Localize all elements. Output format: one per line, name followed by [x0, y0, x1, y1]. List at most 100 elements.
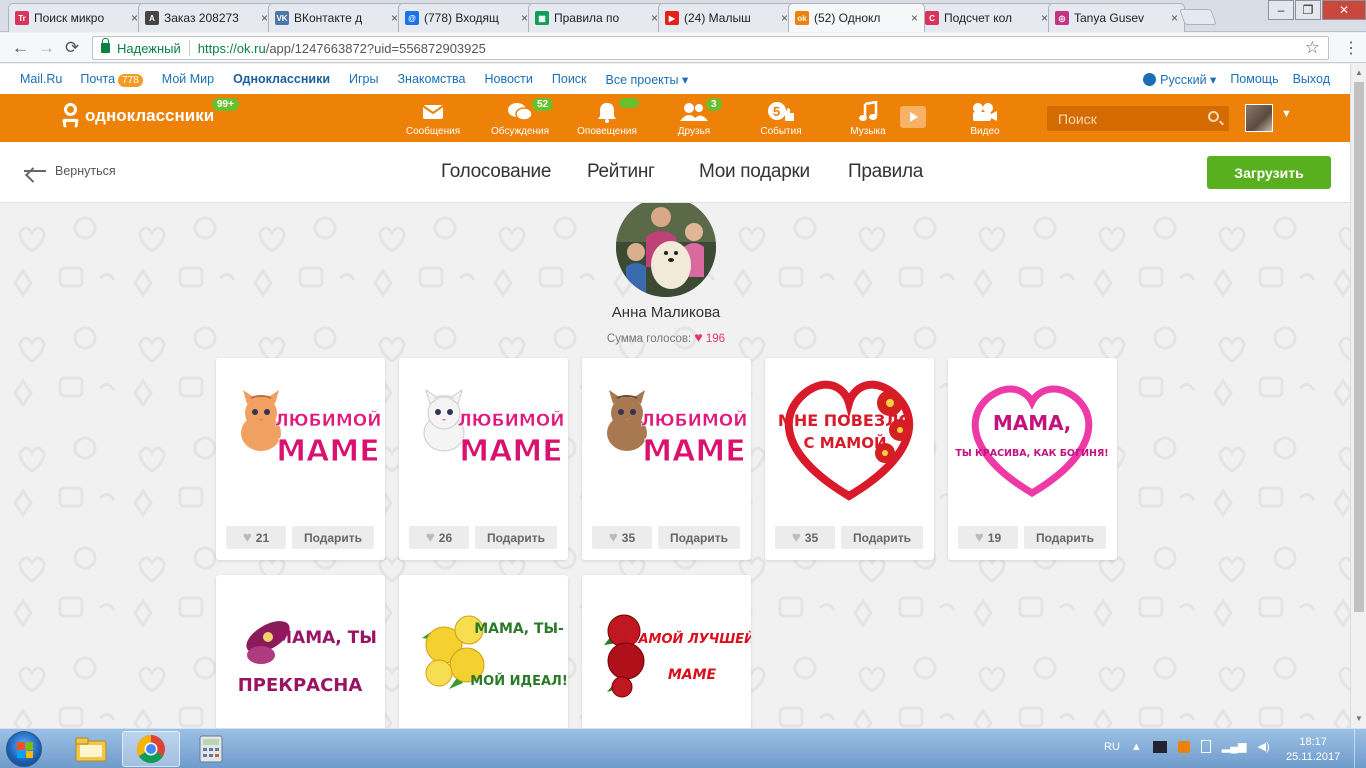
search-link[interactable]: Поиск — [552, 72, 587, 86]
user-avatar[interactable] — [1245, 104, 1273, 132]
tab-close-icon[interactable]: × — [781, 11, 788, 25]
toolbar-chat-bubbles[interactable]: Обсуждения 52 — [485, 98, 555, 137]
give-gift-button[interactable]: Подарить — [292, 526, 374, 549]
browser-tab[interactable]: A Заказ 208273 × — [138, 3, 275, 32]
tab-my-gifts[interactable]: Мои подарки — [699, 161, 810, 183]
gift-image[interactable]: САМОЙ ЛУЧШЕЙ МАМЕ — [582, 575, 751, 728]
tab-close-icon[interactable]: × — [651, 11, 658, 25]
gift-card[interactable]: ЛЮБИМОЙ МАМЕ ♥ 26 Подарить — [399, 358, 568, 560]
help-link[interactable]: Помощь — [1230, 72, 1278, 86]
forward-arrow-icon[interactable]: → — [38, 38, 55, 58]
new-tab-button[interactable] — [1179, 9, 1217, 25]
browser-tab[interactable]: ▶ (24) Малыш × — [658, 3, 795, 32]
toolbar-bell[interactable]: Оповещения — [572, 98, 642, 137]
show-desktop-button[interactable] — [1354, 729, 1366, 768]
give-gift-button[interactable]: Подарить — [1024, 526, 1106, 549]
maximize-button[interactable]: ❐ — [1295, 0, 1321, 20]
device-icon[interactable] — [1200, 740, 1211, 753]
start-button[interactable] — [6, 731, 42, 767]
bookmark-star-icon[interactable]: ☆ — [1305, 38, 1320, 58]
mailru-link[interactable]: Mail.Ru — [20, 72, 62, 86]
like-button[interactable]: ♥ 21 — [226, 526, 286, 549]
close-window-button[interactable]: ✕ — [1322, 0, 1366, 20]
like-button[interactable]: ♥ 35 — [592, 526, 652, 549]
gift-card[interactable]: ЛЮБИМОЙ МАМЕ ♥ 21 Подарить — [216, 358, 385, 560]
ok-logo[interactable]: одноклассники 99+ — [62, 98, 239, 129]
language-selector[interactable]: Русский ▾ — [1143, 72, 1216, 87]
mail-link[interactable]: Почта 778 — [80, 72, 143, 87]
network-signal-icon[interactable]: ▂▄▆ — [1222, 740, 1247, 753]
url-omnibox[interactable]: Надежный https://ok.ru/app/1247663872?ui… — [92, 36, 1329, 60]
gift-card[interactable]: МАМА, ТЫ- МОЙ ИДЕАЛ! — [399, 575, 568, 728]
browser-tab[interactable]: ok (52) Однокл × — [788, 3, 925, 32]
taskbar-explorer[interactable] — [62, 731, 120, 767]
all-projects-link[interactable]: Все проекты ▾ — [606, 72, 689, 87]
back-button[interactable]: Вернуться — [24, 164, 116, 178]
scrollbar-thumb[interactable] — [1354, 82, 1364, 612]
gift-card[interactable]: МНЕ ПОВЕЗЛО С МАМОЙ ♥ 35 Подарить — [765, 358, 934, 560]
give-gift-button[interactable]: Подарить — [475, 526, 557, 549]
gift-image[interactable]: МНЕ ПОВЕЗЛО С МАМОЙ — [765, 358, 934, 518]
ok-search-input[interactable]: Поиск — [1047, 106, 1229, 131]
profile-name[interactable]: Анна Маликова — [0, 304, 1332, 321]
tab-close-icon[interactable]: × — [131, 11, 138, 25]
search-icon[interactable] — [1208, 111, 1219, 122]
secure-indicator[interactable]: Надежный — [101, 38, 181, 56]
browser-tab[interactable]: ▦ Правила по × — [528, 3, 665, 32]
back-arrow-icon[interactable]: ← — [12, 38, 29, 58]
tab-rules[interactable]: Правила — [848, 161, 923, 183]
tab-close-icon[interactable]: × — [261, 11, 268, 25]
gift-card[interactable]: МАМА, ТЫ ПРЕКРАСНА — [216, 575, 385, 728]
gift-image[interactable]: МАМА, ТЫ КРАСИВА, КАК БОГИНЯ! — [948, 358, 1117, 518]
tray-expand-icon[interactable]: ▲ — [1131, 741, 1142, 753]
dating-link[interactable]: Знакомства — [398, 72, 466, 86]
music-play-icon[interactable] — [900, 106, 926, 128]
gift-card[interactable]: САМОЙ ЛУЧШЕЙ МАМЕ — [582, 575, 751, 728]
volume-icon[interactable]: ◀) — [1258, 740, 1270, 753]
taskbar-clock[interactable]: 18:17 25.11.2017 — [1286, 735, 1340, 765]
like-button[interactable]: ♥ 19 — [958, 526, 1018, 549]
reload-icon[interactable]: ⟳ — [65, 38, 79, 58]
news-link[interactable]: Новости — [485, 72, 533, 86]
like-button[interactable]: ♥ 26 — [409, 526, 469, 549]
upload-button[interactable]: Загрузить — [1207, 156, 1331, 189]
tab-voting[interactable]: Голосование — [441, 161, 551, 183]
tab-rating[interactable]: Рейтинг — [587, 161, 655, 183]
tray-app-icon[interactable] — [1152, 740, 1167, 753]
gift-card[interactable]: ЛЮБИМОЙ МАМЕ ♥ 35 Подарить — [582, 358, 751, 560]
give-gift-button[interactable]: Подарить — [658, 526, 740, 549]
tab-close-icon[interactable]: × — [1171, 11, 1178, 25]
taskbar-chrome[interactable] — [122, 731, 180, 767]
browser-tab[interactable]: VK ВКонтакте д × — [268, 3, 405, 32]
scroll-down-icon[interactable]: ▼ — [1355, 714, 1363, 723]
gift-image[interactable]: МАМА, ТЫ- МОЙ ИДЕАЛ! — [399, 575, 568, 728]
gift-image[interactable]: ЛЮБИМОЙ МАМЕ — [399, 358, 568, 518]
odnoklassniki-link[interactable]: Одноклассники — [233, 72, 330, 86]
gift-card[interactable]: МАМА, ТЫ КРАСИВА, КАК БОГИНЯ! ♥ 19 Подарить — [948, 358, 1117, 560]
scroll-up-icon[interactable]: ▲ — [1355, 68, 1363, 77]
browser-menu-icon[interactable]: ⋮ — [1343, 38, 1359, 58]
toolbar-envelope[interactable]: Сообщения — [398, 100, 468, 137]
give-gift-button[interactable]: Подарить — [841, 526, 923, 549]
toolbar-video-camera[interactable]: Видео — [950, 100, 1020, 137]
ok-tray-icon[interactable] — [1177, 740, 1190, 753]
browser-tab[interactable]: C Подсчет кол × — [918, 3, 1055, 32]
tab-close-icon[interactable]: × — [1041, 11, 1048, 25]
minimize-button[interactable]: ‒ — [1268, 0, 1294, 20]
browser-tab[interactable]: @ (778) Входящ × — [398, 3, 535, 32]
tab-close-icon[interactable]: × — [521, 11, 528, 25]
logout-link[interactable]: Выход — [1293, 72, 1330, 86]
user-menu-caret-icon[interactable]: ▼ — [1281, 108, 1292, 120]
taskbar-calculator[interactable] — [182, 731, 240, 767]
page-scrollbar[interactable]: ▲ ▼ — [1350, 64, 1366, 728]
games-link[interactable]: Игры — [349, 72, 378, 86]
toolbar-music-note[interactable]: Музыка — [833, 100, 903, 137]
like-button[interactable]: ♥ 35 — [775, 526, 835, 549]
gift-image[interactable]: ЛЮБИМОЙ МАМЕ — [216, 358, 385, 518]
browser-tab[interactable]: ◎ Tanya Gusev × — [1048, 3, 1185, 32]
gift-image[interactable]: ЛЮБИМОЙ МАМЕ — [582, 358, 751, 518]
keyboard-language[interactable]: RU — [1104, 741, 1120, 753]
gift-image[interactable]: МАМА, ТЫ ПРЕКРАСНА — [216, 575, 385, 728]
toolbar-friends[interactable]: Друзья 3 — [659, 98, 729, 137]
tab-close-icon[interactable]: × — [911, 11, 918, 25]
